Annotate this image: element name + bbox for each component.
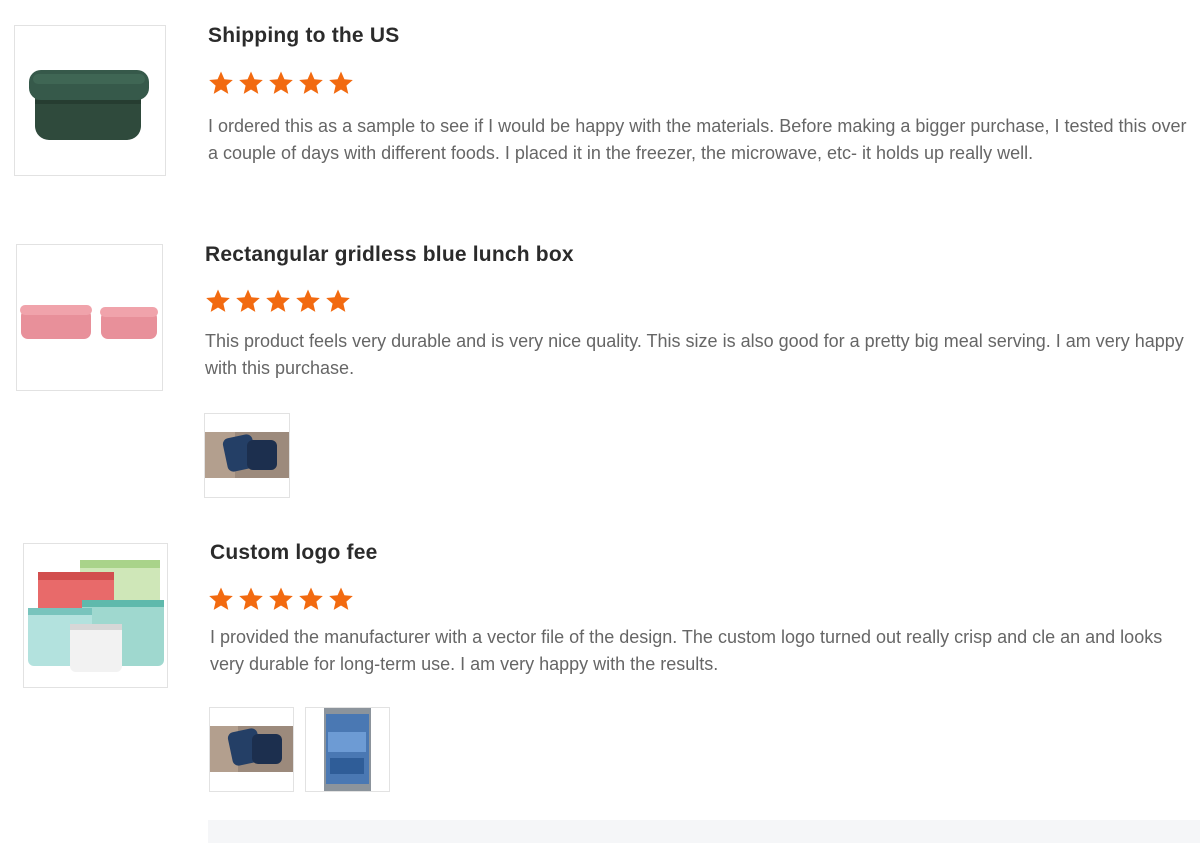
review-photo-thumbnail[interactable] [305, 707, 390, 792]
review-title: Shipping to the US [208, 24, 400, 47]
star-icon [325, 288, 351, 314]
star-icon [208, 586, 234, 612]
star-icon [268, 586, 294, 612]
dark-green-container-icon [29, 70, 149, 140]
star-icon [295, 288, 321, 314]
star-icon [298, 586, 324, 612]
review-text: This product feels very durable and is v… [205, 331, 1184, 378]
review-photo-thumbnail[interactable] [204, 413, 290, 498]
product-image-dark-green-container[interactable] [14, 25, 166, 176]
star-rating [208, 586, 354, 612]
star-icon [328, 70, 354, 96]
star-icon [205, 288, 231, 314]
product-image-pink-containers[interactable] [16, 244, 163, 391]
review-text: I provided the manufacturer with a vecto… [210, 627, 1163, 674]
star-icon [238, 586, 264, 612]
blue-package-photo-icon [324, 708, 371, 791]
star-icon [235, 288, 261, 314]
star-icon [208, 70, 234, 96]
silicone-bags-icon [28, 560, 164, 672]
pink-containers-icon [20, 305, 158, 339]
star-rating [208, 70, 354, 96]
product-image-silicone-bags[interactable] [23, 543, 168, 688]
star-icon [238, 70, 264, 96]
blue-lunchbox-photo-icon [210, 726, 293, 772]
section-footer-bar [208, 820, 1200, 843]
star-icon [265, 288, 291, 314]
star-icon [328, 586, 354, 612]
review-title: Custom logo fee [210, 541, 378, 564]
review-photo-thumbnail[interactable] [209, 707, 294, 792]
star-icon [268, 70, 294, 96]
review-title: Rectangular gridless blue lunch box [205, 243, 574, 266]
star-rating [205, 288, 351, 314]
star-icon [298, 70, 324, 96]
review-text: I ordered this as a sample to see if I w… [208, 116, 1187, 163]
blue-lunchbox-photo-icon [205, 432, 289, 478]
